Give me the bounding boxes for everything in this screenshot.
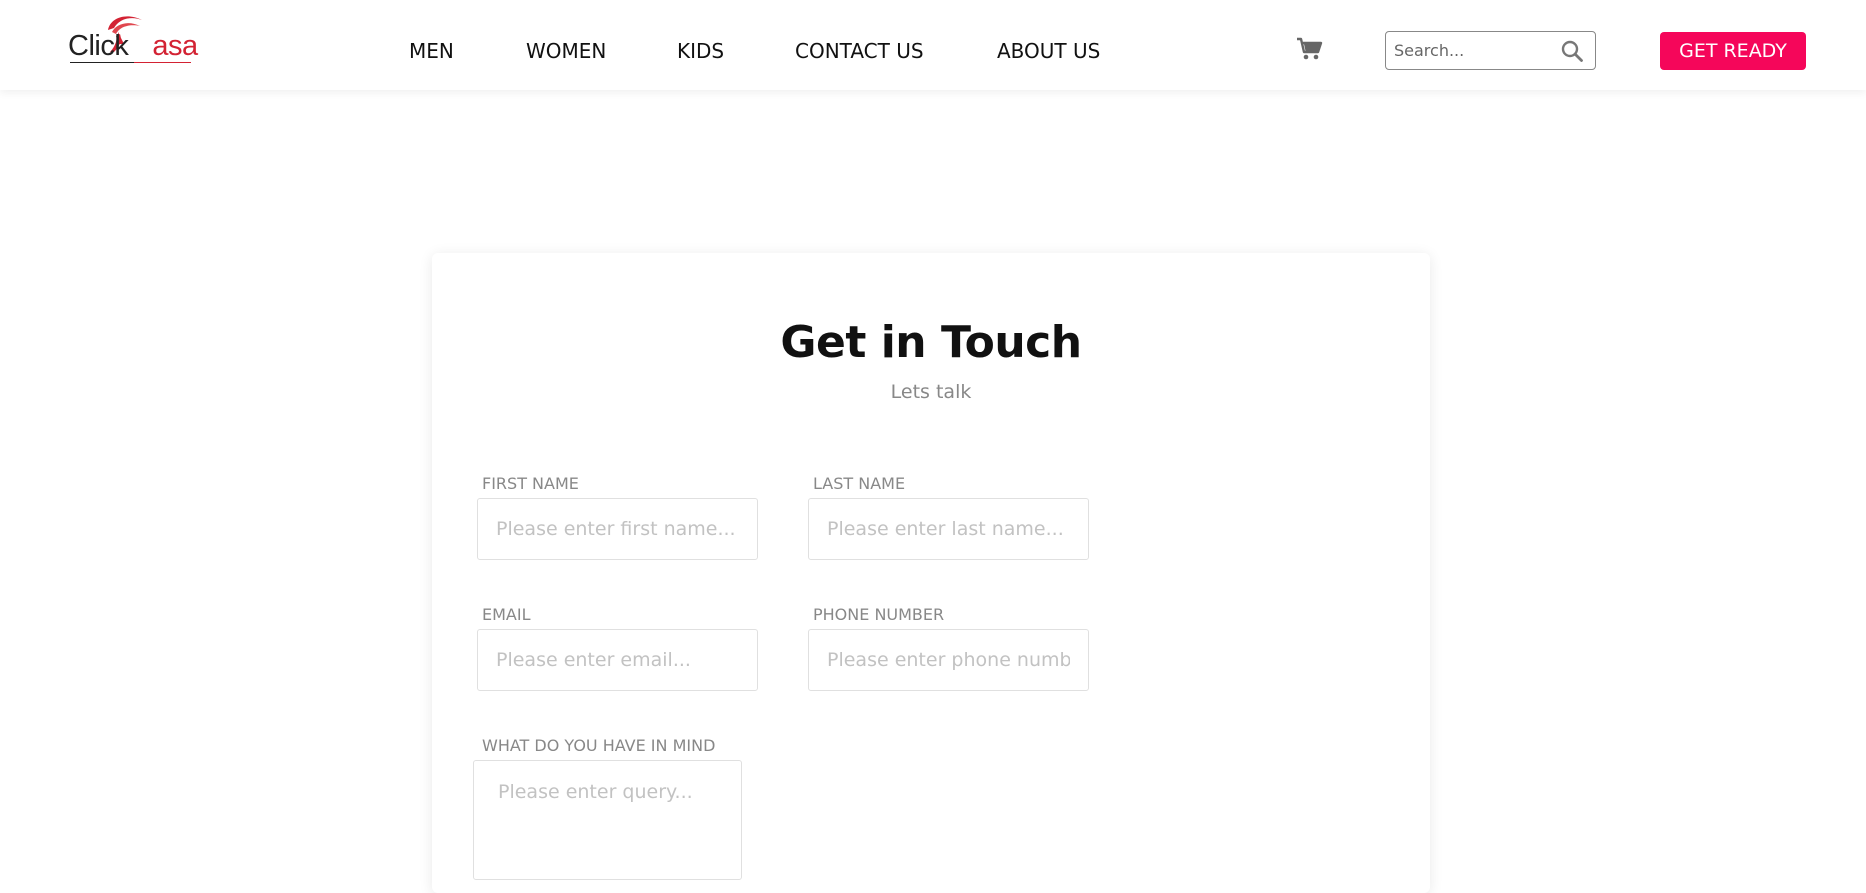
- nav-item-about-us[interactable]: ABOUT US: [997, 39, 1100, 63]
- logo-wordmark: Click asa: [68, 32, 198, 61]
- email-label: EMAIL: [482, 605, 531, 624]
- first-name-field[interactable]: [477, 498, 758, 560]
- shopping-cart-icon: [1297, 37, 1323, 60]
- phone-number-field[interactable]: [808, 629, 1089, 691]
- nav-item-contact-us[interactable]: CONTACT US: [795, 39, 924, 63]
- nav-item-men[interactable]: MEN: [409, 39, 454, 63]
- site-header: Click asa MEN WOMEN KIDS CONTACT US ABOUT…: [0, 0, 1866, 90]
- query-label: WHAT DO YOU HAVE IN MIND: [482, 736, 716, 755]
- logo-text-pasa: asa: [152, 30, 198, 62]
- logo-text-click: Click: [68, 30, 129, 62]
- search-box: [1385, 31, 1596, 70]
- search-input[interactable]: [1394, 39, 1554, 61]
- search-icon[interactable]: [1560, 39, 1584, 63]
- nav-item-women[interactable]: WOMEN: [526, 39, 606, 63]
- contact-card: Get in Touch Lets talk FIRST NAME LAST N…: [432, 253, 1430, 893]
- logo-underline-accent: [134, 62, 191, 63]
- clickpasa-logo[interactable]: Click asa: [68, 10, 198, 68]
- get-ready-button[interactable]: GET READY: [1660, 32, 1806, 70]
- nav-item-kids[interactable]: KIDS: [677, 39, 724, 63]
- first-name-label: FIRST NAME: [482, 474, 579, 493]
- email-field[interactable]: [477, 629, 758, 691]
- query-textarea[interactable]: [473, 760, 742, 880]
- cart-button[interactable]: [1296, 36, 1324, 62]
- page-subtitle: Lets talk: [890, 381, 972, 403]
- last-name-field[interactable]: [808, 498, 1089, 560]
- phone-number-label: PHONE NUMBER: [813, 605, 945, 624]
- last-name-label: LAST NAME: [813, 474, 906, 493]
- page-title: Get in Touch: [780, 317, 1082, 368]
